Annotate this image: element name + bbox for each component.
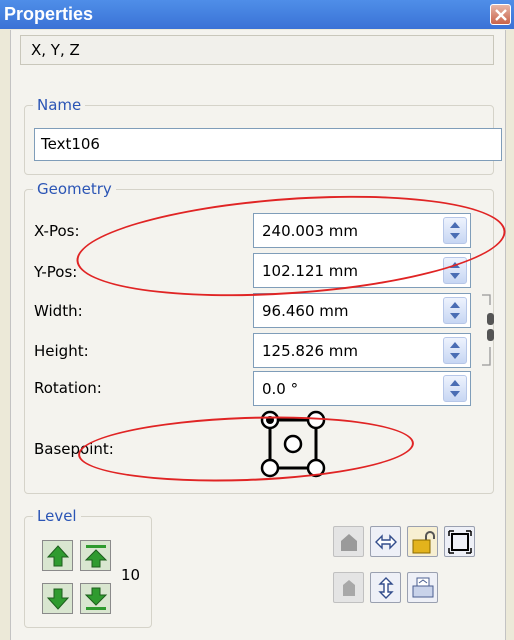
close-button[interactable] [490,4,511,25]
y-pos-label: Y-Pos: [34,263,78,281]
title-bar: Properties [0,0,514,29]
level-group-title: Level [33,506,81,526]
print-toggle-button[interactable] [407,572,438,603]
spin-arrows-icon [450,380,460,397]
raise-one-level-button[interactable] [80,540,111,571]
lock-button[interactable] [407,526,438,557]
width-label: Width: [34,302,83,320]
geometry-group-title: Geometry [33,179,116,199]
rotation-label: Rotation: [34,379,102,397]
size-protect-button[interactable] [333,572,364,603]
lower-one-level-button[interactable] [42,583,73,614]
keep-ratio-toggle[interactable] [478,291,498,375]
height-value: 125.826 mm [262,342,359,360]
height-spinner[interactable] [443,337,467,364]
move-disabled-icon [343,580,355,596]
flip-vertical-button[interactable] [370,572,401,603]
rotation-field[interactable]: 0.0 ° [253,371,471,406]
height-label: Height: [34,342,89,360]
padlock-open-icon [412,531,435,554]
xyz-header[interactable]: X, Y, Z [20,35,494,65]
lower-one-level-icon [46,588,70,610]
width-field[interactable]: 96.460 mm [253,293,471,328]
raise-one-level-icon [84,545,108,568]
level-value: 10 [121,566,141,584]
lower-to-bottom-icon [84,587,108,610]
spin-arrows-icon [450,342,460,359]
name-field[interactable]: Text106 [34,128,502,161]
house-disabled-icon [341,534,357,551]
name-group-title: Name [33,95,86,115]
flip-vertical-icon [378,577,394,599]
lower-to-bottom-button[interactable] [80,583,111,614]
spin-arrows-icon [450,302,460,319]
raise-to-top-icon [46,545,70,567]
flip-horizontal-button[interactable] [370,526,401,557]
rotation-value: 0.0 ° [262,380,299,398]
width-value: 96.460 mm [262,302,349,320]
chain-link-icon [482,294,494,366]
rotation-spinner[interactable] [443,375,467,402]
position-protect-button[interactable] [333,526,364,557]
printer-icon [412,577,434,598]
frame-select-icon [448,530,472,554]
name-value: Text106 [41,135,100,153]
fit-frame-button[interactable] [444,526,475,557]
window-title: Properties [4,4,94,24]
xyz-label: X, Y, Z [31,41,80,59]
close-icon [495,9,507,21]
width-spinner[interactable] [443,297,467,324]
flip-horizontal-icon [375,534,397,550]
height-field[interactable]: 125.826 mm [253,333,471,368]
x-pos-label: X-Pos: [34,222,80,240]
raise-to-top-button[interactable] [42,540,73,571]
